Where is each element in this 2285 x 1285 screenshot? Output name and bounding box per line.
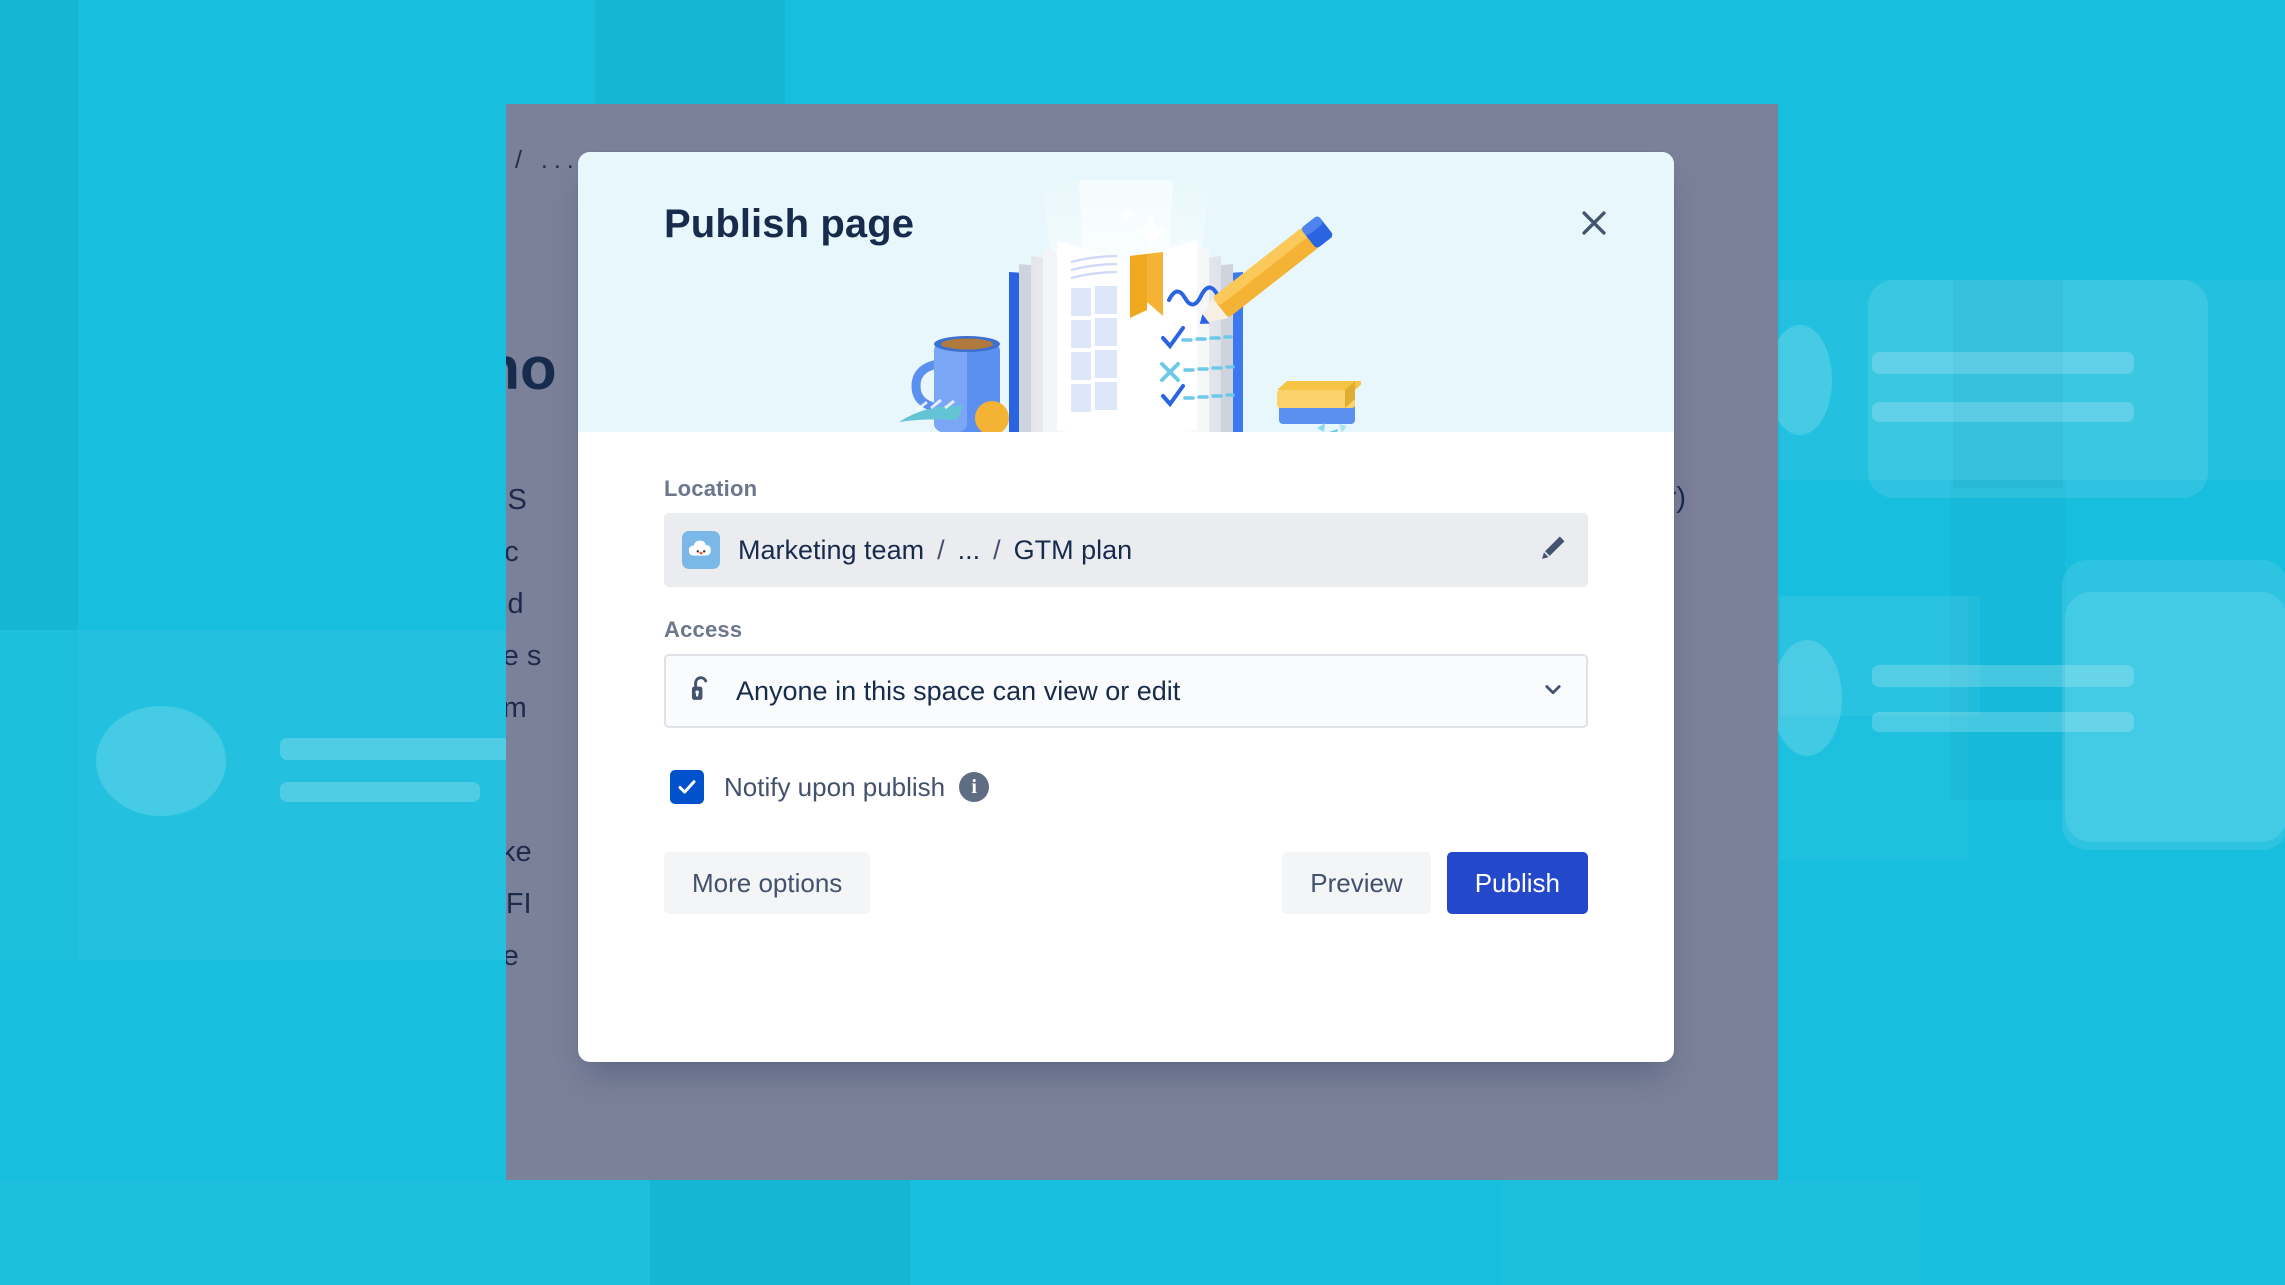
breadcrumb: / ... xyxy=(515,146,580,174)
bg-shape xyxy=(96,706,226,816)
chevron-down-icon xyxy=(1538,674,1568,709)
access-select[interactable]: Anyone in this space can view or edit xyxy=(664,654,1588,728)
body-line: : SS xyxy=(506,484,527,516)
notify-label: Notify upon publish xyxy=(724,771,946,802)
bg-shape xyxy=(280,782,480,802)
location-breadcrumb: Marketing team / ... / GTM plan xyxy=(738,535,1524,566)
info-icon[interactable]: i xyxy=(959,772,990,802)
close-button[interactable] xyxy=(1566,195,1622,251)
bg-shape xyxy=(1780,596,1968,860)
breadcrumb-separator: / xyxy=(993,534,1001,565)
edit-location-button[interactable] xyxy=(1536,531,1570,570)
body-line: doc xyxy=(506,536,519,568)
publish-page-dialog: Publish page Location Marketing team / .… xyxy=(578,152,1674,1062)
close-icon xyxy=(1582,211,1606,235)
bg-shape xyxy=(1780,280,2285,480)
body-line: or FI xyxy=(506,888,532,920)
cloud-avatar-icon xyxy=(682,531,720,569)
breadcrumb-separator: / xyxy=(937,534,945,565)
page-title: sho xyxy=(506,335,557,402)
dialog-title: Publish page xyxy=(664,202,915,246)
body-line: item xyxy=(506,692,527,724)
location-field[interactable]: Marketing team / ... / GTM plan xyxy=(664,513,1588,587)
dialog-footer: More options Preview Publish xyxy=(664,852,1588,914)
more-options-button[interactable]: More options xyxy=(664,852,871,914)
breadcrumb-ellipsis: ... xyxy=(957,534,981,565)
page-body: : SS doc lly d ake s item ns ticke or FI… xyxy=(506,474,541,982)
body-line: ase xyxy=(506,940,519,972)
check-icon xyxy=(678,780,696,794)
body-line: lly d xyxy=(506,588,524,620)
access-value: Anyone in this space can view or edit xyxy=(736,675,1181,706)
bg-shape xyxy=(0,630,78,960)
bg-shape xyxy=(0,0,78,630)
body-line: ticke xyxy=(506,836,532,868)
breadcrumb-parent-page: GTM plan xyxy=(1013,534,1133,565)
bg-shape xyxy=(0,1180,650,1285)
access-label: Access xyxy=(664,617,743,642)
breadcrumb-space: Marketing team xyxy=(738,534,925,565)
bg-shape xyxy=(650,1180,910,1285)
section-heading: ns xyxy=(506,774,541,826)
dialog-header: Publish page xyxy=(578,152,1674,432)
publish-button[interactable]: Publish xyxy=(1446,852,1588,914)
body-line: ake s xyxy=(506,640,542,672)
bg-shape xyxy=(1500,1180,1920,1285)
location-label: Location xyxy=(664,476,758,501)
preview-button[interactable]: Preview xyxy=(1282,852,1431,914)
open-book-publish-illustration xyxy=(899,170,1361,432)
unlock-icon xyxy=(684,672,718,711)
bg-shape xyxy=(280,738,512,760)
notify-upon-publish-row[interactable]: Notify upon publish i xyxy=(664,770,1588,804)
edit-pencil-icon xyxy=(1542,536,1565,559)
notify-checkbox[interactable] xyxy=(670,770,704,804)
dialog-body: Location Marketing team / ... / GTM plan xyxy=(578,432,1674,914)
